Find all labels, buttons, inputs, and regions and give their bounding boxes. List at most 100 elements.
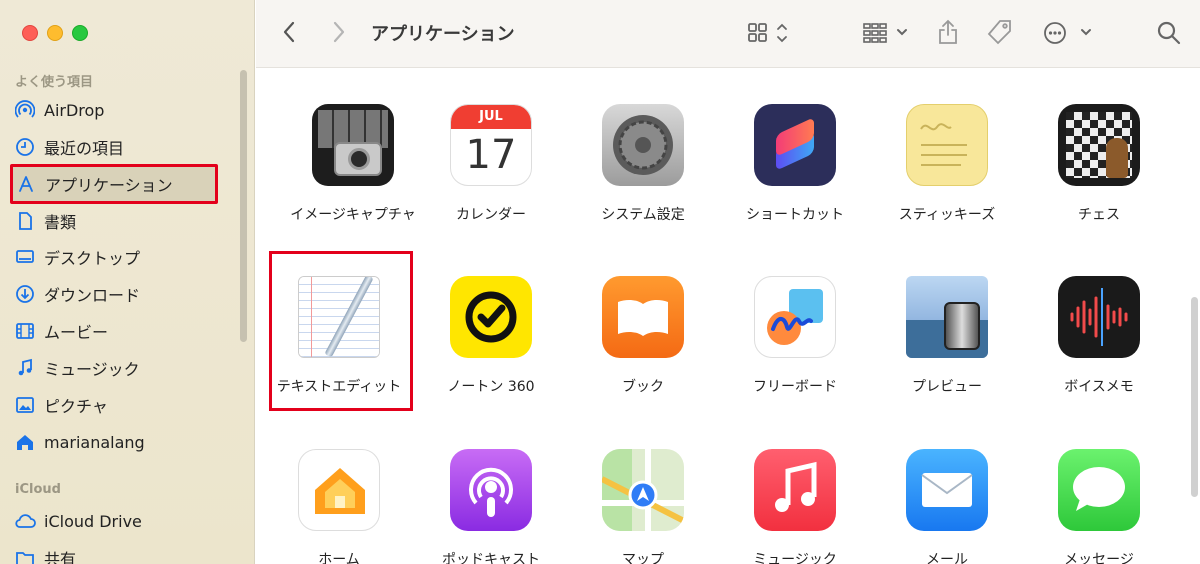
window-controls	[22, 25, 88, 41]
textedit-icon	[298, 276, 380, 358]
chess-icon	[1058, 104, 1140, 186]
sidebar-item-label: 書類	[44, 213, 77, 232]
app-item[interactable]: ミュージック	[720, 449, 870, 564]
home-app-icon	[298, 449, 380, 531]
calendar-month: JUL	[451, 105, 531, 129]
cloud-icon	[14, 510, 36, 532]
books-icon	[602, 276, 684, 358]
sidebar-item-pictures[interactable]: ピクチャ	[14, 388, 224, 422]
sidebar-item-desktop[interactable]: デスクトップ	[14, 240, 224, 274]
app-item[interactable]: スティッキーズ	[872, 104, 1022, 224]
sidebar-item-label: デスクトップ	[44, 249, 141, 268]
sidebar-item-label: AirDrop	[44, 100, 105, 120]
app-item[interactable]: イメージキャプチャ	[278, 104, 428, 224]
minimize-button[interactable]	[47, 25, 63, 41]
app-item[interactable]: ショートカット	[720, 104, 870, 224]
app-label: イメージキャプチャ	[290, 207, 416, 223]
sidebar-item-airdrop[interactable]: AirDrop	[14, 93, 224, 127]
app-item[interactable]: テキストエディット	[264, 276, 414, 396]
sidebar-item-label: 共有	[44, 550, 77, 564]
app-label: ホーム	[318, 552, 360, 564]
image-capture-icon	[312, 104, 394, 186]
sidebar-item-downloads[interactable]: ダウンロード	[14, 277, 224, 311]
app-grid: イメージキャプチャ JUL 17 カレンダー システム設定 ショートカット ステ…	[256, 69, 1200, 564]
app-label: ミュージック	[753, 552, 837, 564]
shortcuts-icon	[754, 104, 836, 186]
grid-view-icon[interactable]	[746, 20, 790, 46]
music-app-icon	[754, 449, 836, 531]
app-item[interactable]: フリーボード	[720, 276, 870, 396]
search-icon[interactable]	[1156, 20, 1182, 46]
app-item[interactable]: プレビュー	[872, 276, 1022, 396]
shared-folder-icon	[14, 547, 36, 564]
sidebar: よく使う項目 AirDrop 最近の項目 アプリケーション 書類 デスクトップ	[0, 0, 255, 564]
app-item[interactable]: ボイスメモ	[1024, 276, 1174, 396]
applications-icon	[15, 173, 37, 195]
photo-icon	[14, 394, 36, 416]
preview-icon	[906, 276, 988, 358]
mail-icon	[906, 449, 988, 531]
favorites-section-title: よく使う項目	[15, 75, 94, 90]
app-item[interactable]: システム設定	[568, 104, 718, 224]
app-label: テキストエディット	[276, 379, 402, 395]
app-label: メール	[926, 552, 968, 564]
app-item[interactable]: ポッドキャスト	[416, 449, 566, 564]
voice-memos-icon	[1058, 276, 1140, 358]
app-label: ボイスメモ	[1064, 379, 1134, 395]
ellipsis-icon[interactable]	[1042, 20, 1092, 46]
app-item[interactable]: ノートン 360	[416, 276, 566, 396]
sidebar-item-documents[interactable]: 書類	[14, 204, 224, 238]
sidebar-item-label: iCloud Drive	[44, 511, 142, 531]
zoom-button[interactable]	[72, 25, 88, 41]
sidebar-item-icloud-drive[interactable]: iCloud Drive	[14, 504, 224, 538]
home-icon	[14, 431, 36, 453]
sidebar-item-recents[interactable]: 最近の項目	[14, 130, 224, 164]
icloud-section-title: iCloud	[15, 482, 61, 497]
app-label: マップ	[622, 552, 664, 564]
app-item[interactable]: ブック	[568, 276, 718, 396]
app-label: スティッキーズ	[898, 207, 996, 223]
sidebar-item-movies[interactable]: ムービー	[14, 314, 224, 348]
app-item[interactable]: メッセージ	[1024, 449, 1174, 564]
sidebar-item-applications[interactable]: アプリケーション	[10, 164, 218, 204]
sidebar-item-label: ミュージック	[44, 360, 140, 379]
desktop-icon	[14, 246, 36, 268]
app-item[interactable]: ホーム	[264, 449, 414, 564]
app-label: ブック	[622, 379, 664, 395]
sidebar-item-label: marianalang	[44, 432, 145, 452]
sidebar-item-shared[interactable]: 共有	[14, 541, 224, 564]
app-item[interactable]: JUL 17 カレンダー	[416, 104, 566, 224]
toolbar: アプリケーション	[256, 0, 1200, 68]
norton-icon	[450, 276, 532, 358]
app-label: フリーボード	[753, 379, 837, 395]
messages-icon	[1058, 449, 1140, 531]
calendar-day: 17	[465, 132, 517, 178]
sidebar-scrollbar[interactable]	[240, 70, 247, 342]
app-item[interactable]: マップ	[568, 449, 718, 564]
group-icon[interactable]	[862, 20, 912, 46]
film-icon	[14, 320, 36, 342]
sidebar-item-label: アプリケーション	[45, 176, 173, 195]
app-label: プレビュー	[912, 379, 982, 395]
app-item[interactable]: チェス	[1024, 104, 1174, 224]
sidebar-item-home[interactable]: marianalang	[14, 425, 224, 459]
calendar-icon: JUL 17	[450, 104, 532, 186]
sidebar-item-label: ムービー	[44, 323, 109, 342]
tag-icon[interactable]	[986, 18, 1014, 46]
share-icon[interactable]	[936, 18, 960, 46]
music-note-icon	[14, 357, 36, 379]
sidebar-item-music[interactable]: ミュージック	[14, 351, 224, 385]
podcasts-icon	[450, 449, 532, 531]
app-item[interactable]: メール	[872, 449, 1022, 564]
close-button[interactable]	[22, 25, 38, 41]
app-label: ショートカット	[746, 207, 844, 223]
chevron-left-icon[interactable]	[282, 20, 296, 44]
app-label: カレンダー	[456, 207, 526, 223]
sidebar-item-label: ピクチャ	[44, 397, 108, 416]
freeform-icon	[754, 276, 836, 358]
chevron-right-icon[interactable]	[332, 20, 346, 44]
sticky-note-icon	[906, 104, 988, 186]
download-icon	[14, 283, 36, 305]
sidebar-item-label: 最近の項目	[44, 139, 125, 158]
main-scrollbar[interactable]	[1191, 297, 1198, 497]
